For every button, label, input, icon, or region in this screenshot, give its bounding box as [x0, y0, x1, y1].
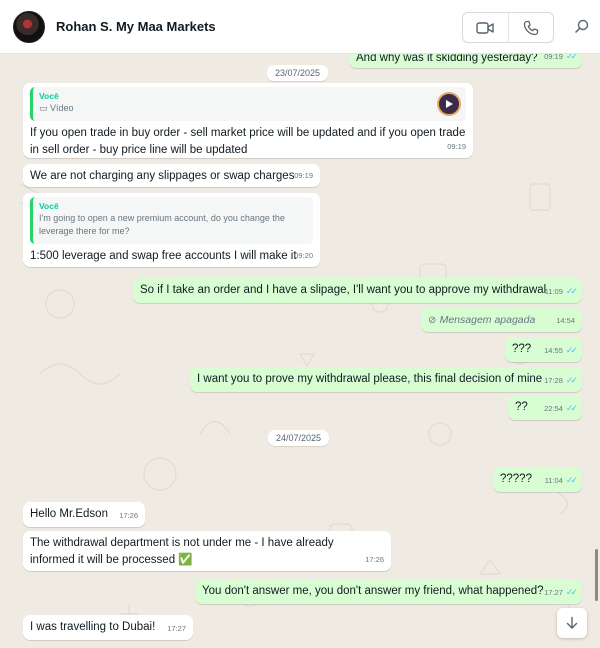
- quote-author: Você: [39, 91, 59, 101]
- search-icon[interactable]: [574, 18, 590, 34]
- message-meta: 17:28 ✓✓: [544, 372, 578, 389]
- message-text: You don't answer me, you don't answer my…: [202, 585, 544, 597]
- message-meta: 09:19: [294, 167, 313, 184]
- deleted-message-icon: ⊘: [428, 315, 437, 326]
- message-time: 09:19: [447, 142, 466, 151]
- message-meta: 11:09 ✓✓: [544, 283, 578, 300]
- chat-header: Rohan S. My Maa Markets: [0, 0, 600, 54]
- scrollbar-thumb[interactable]: [595, 549, 598, 601]
- message-text: Mensagem apagada: [439, 314, 536, 326]
- message-bubble-outgoing[interactable]: ?? 22:54 ✓✓: [508, 395, 582, 420]
- message-time: 17:26: [119, 511, 138, 520]
- message-meta: 17:26: [365, 551, 384, 568]
- message-bubble-incoming[interactable]: Hello Mr.Edson 17:26: [23, 502, 145, 527]
- voice-call-button[interactable]: [507, 13, 554, 42]
- call-actions: [462, 12, 554, 43]
- message-meta: 17:27 ✓✓: [544, 584, 578, 601]
- check-mark-emoji: ✅: [178, 554, 193, 566]
- message-bubble-outgoing[interactable]: And why was it skidding yesterday? 09:19…: [349, 54, 582, 68]
- quote-author: Você: [39, 201, 59, 211]
- read-ticks-icon: ✓✓: [565, 286, 578, 296]
- message-text: So if I take an order and I have a slipa…: [140, 284, 547, 296]
- video-call-icon: [476, 21, 494, 34]
- message-bubble-incoming[interactable]: The withdrawal department is not under m…: [23, 531, 391, 571]
- message-text: 1:500 leverage and swap free accounts I …: [30, 250, 297, 262]
- arrow-down-icon: [566, 616, 578, 629]
- message-text: If you open trade in buy order - sell ma…: [30, 127, 466, 156]
- message-bubble-incoming[interactable]: Você I'm going to open a new premium acc…: [23, 193, 320, 267]
- message-time: 14:54: [556, 316, 575, 325]
- date-separator: 24/07/2025: [268, 430, 330, 446]
- message-bubble-outgoing[interactable]: So if I take an order and I have a slipa…: [133, 278, 582, 303]
- video-icon: ▭: [39, 103, 48, 113]
- message-time: 09:19: [544, 54, 563, 61]
- message-time: 17:27: [167, 624, 186, 633]
- message-time: 09:20: [294, 251, 313, 260]
- message-bubble-outgoing[interactable]: I want you to prove my withdrawal please…: [190, 367, 582, 392]
- message-meta: 17:26: [119, 507, 138, 524]
- message-time: 11:04: [544, 476, 563, 485]
- read-ticks-icon: ✓✓: [565, 587, 578, 597]
- message-list[interactable]: And why was it skidding yesterday? 09:19…: [0, 54, 600, 648]
- video-call-button[interactable]: [463, 13, 508, 42]
- read-ticks-icon: ✓✓: [565, 54, 578, 61]
- message-meta: 17:27: [167, 620, 186, 637]
- message-time: 09:19: [294, 171, 313, 180]
- contact-name[interactable]: Rohan S. My Maa Markets: [56, 19, 216, 34]
- message-text: We are not charging any slippages or swa…: [30, 170, 295, 182]
- message-bubble-outgoing[interactable]: ??? 14:55 ✓✓: [505, 337, 582, 362]
- message-text: I was travelling to Dubai!: [30, 621, 156, 633]
- message-bubble-incoming[interactable]: I was travelling to Dubai! 17:27: [23, 615, 193, 640]
- quote-text: I'm going to open a new premium account,…: [39, 213, 285, 236]
- play-icon: [446, 100, 453, 108]
- message-meta: 22:54 ✓✓: [544, 400, 578, 417]
- message-time: 17:26: [365, 555, 384, 564]
- video-thumbnail: [437, 92, 461, 116]
- read-ticks-icon: ✓✓: [565, 345, 578, 355]
- message-time: 17:27: [544, 588, 563, 597]
- message-text: ???: [512, 343, 532, 355]
- scroll-to-bottom-button[interactable]: [557, 608, 587, 638]
- message-bubble-incoming[interactable]: Você ▭ Vídeo If you open trade in buy or…: [23, 83, 473, 158]
- avatar[interactable]: [13, 10, 45, 43]
- message-text: And why was it skidding yesterday?: [356, 54, 538, 64]
- voice-call-icon: [523, 20, 538, 35]
- quote-text: ▭ Vídeo: [39, 103, 74, 113]
- message-time: 14:55: [544, 346, 563, 355]
- message-meta: 14:54: [556, 312, 575, 329]
- read-ticks-icon: ✓✓: [565, 375, 578, 385]
- date-separator: 23/07/2025: [267, 65, 329, 81]
- message-meta: 09:19: [447, 138, 466, 155]
- message-bubble-outgoing[interactable]: You don't answer me, you don't answer my…: [195, 579, 582, 604]
- message-meta: 14:55 ✓✓: [544, 342, 578, 359]
- message-time: 22:54: [544, 404, 563, 413]
- message-text: ??: [515, 401, 528, 413]
- message-time: 11:09: [544, 287, 563, 296]
- message-meta: 09:20: [294, 247, 313, 264]
- quoted-message[interactable]: Você ▭ Vídeo: [30, 87, 466, 121]
- quoted-message[interactable]: Você I'm going to open a new premium acc…: [30, 197, 313, 244]
- message-meta: 11:04 ✓✓: [544, 472, 578, 489]
- read-ticks-icon: ✓✓: [565, 403, 578, 413]
- read-ticks-icon: ✓✓: [565, 475, 578, 485]
- message-text: Hello Mr.Edson: [30, 508, 108, 520]
- message-bubble-deleted[interactable]: ⊘ Mensagem apagada 14:54: [421, 308, 582, 332]
- message-meta: 09:19 ✓✓: [544, 54, 578, 65]
- message-bubble-outgoing[interactable]: ????? 11:04 ✓✓: [493, 467, 582, 492]
- message-text: ?????: [500, 473, 532, 485]
- message-text: I want you to prove my withdrawal please…: [197, 373, 543, 385]
- message-bubble-incoming[interactable]: We are not charging any slippages or swa…: [23, 164, 320, 187]
- message-time: 17:28: [544, 376, 563, 385]
